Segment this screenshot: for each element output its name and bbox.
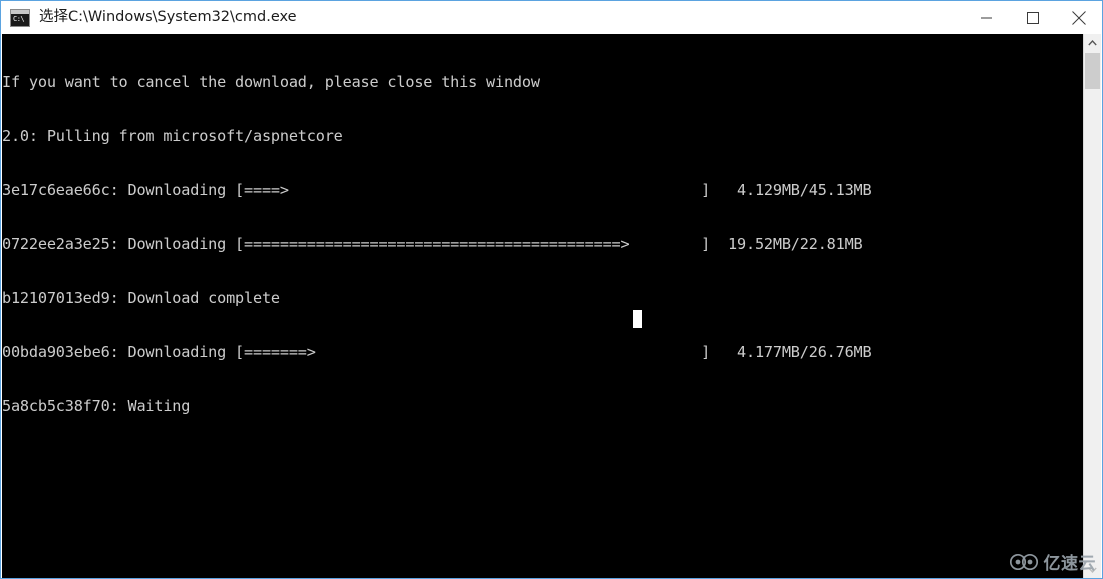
icon-titlebar-stripe [11, 9, 29, 14]
console-line: b12107013ed9: Download complete [2, 289, 280, 307]
minimize-button[interactable] [964, 1, 1010, 34]
window-titlebar[interactable]: C:\ 选择C:\Windows\System32\cmd.exe [1, 1, 1102, 34]
icon-prompt-text: C:\ [13, 14, 25, 23]
maximize-button[interactable] [1010, 1, 1056, 34]
window-title: 选择C:\Windows\System32\cmd.exe [39, 9, 297, 25]
cmd-window: C:\ 选择C:\Windows\System32\cmd.exe If you… [0, 0, 1103, 579]
maximize-icon [1027, 11, 1039, 24]
console-line: 00bda903ebe6: Downloading [=======> ] 4.… [2, 343, 872, 361]
console-line: 3e17c6eae66c: Downloading [====> ] 4.129… [2, 181, 872, 199]
close-icon [1072, 10, 1086, 25]
cmd-console-icon: C:\ [10, 8, 30, 27]
console-line: 2.0: Pulling from microsoft/aspnetcore [2, 127, 343, 145]
vertical-scrollbar[interactable] [1083, 34, 1101, 578]
chevron-up-icon [1088, 39, 1097, 45]
scroll-down-button[interactable] [1084, 561, 1101, 578]
minimize-icon [981, 17, 992, 18]
console-line: If you want to cancel the download, plea… [2, 73, 540, 91]
text-cursor [633, 310, 642, 328]
console-line: 0722ee2a3e25: Downloading [=============… [2, 235, 863, 253]
console-line: 5a8cb5c38f70: Waiting [2, 397, 191, 415]
scrollbar-thumb[interactable] [1085, 53, 1100, 89]
console-output-area[interactable]: If you want to cancel the download, plea… [2, 34, 1085, 578]
close-button[interactable] [1056, 1, 1102, 34]
console-text-buffer: If you want to cancel the download, plea… [2, 34, 872, 451]
window-controls [964, 1, 1102, 34]
chevron-down-icon [1088, 567, 1097, 573]
scroll-up-button[interactable] [1084, 34, 1101, 51]
